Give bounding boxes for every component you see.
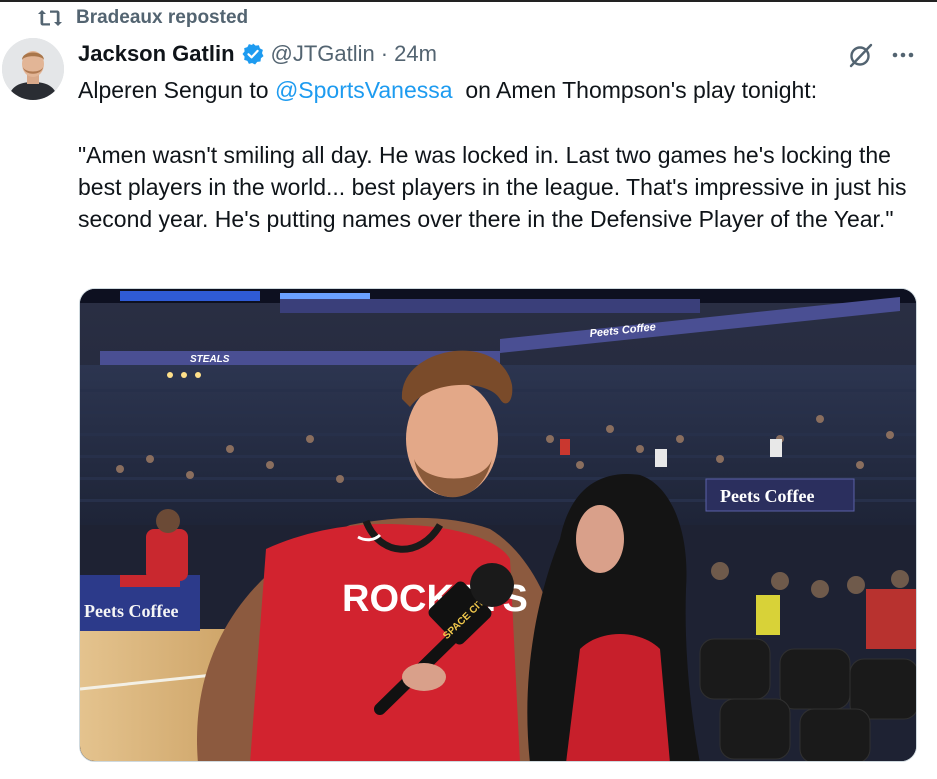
tweet-timestamp[interactable]: 24m — [394, 41, 437, 67]
tweet-body: Alperen Sengun to @SportsVanessa on Amen… — [78, 74, 928, 235]
arena-sign-text: Peets Coffee — [720, 486, 814, 506]
courtside-sign-text: Peets Coffee — [84, 601, 178, 621]
header-separator: · — [380, 41, 389, 66]
grok-button[interactable] — [846, 40, 876, 70]
more-options-button[interactable] — [888, 40, 918, 70]
ribbon-text: STEALS — [190, 354, 230, 365]
tweet-media-photo[interactable]: STEALS Peets Coffee Peets Coffee Peets C… — [79, 288, 917, 762]
repost-icon — [38, 10, 62, 26]
tweet-header: Jackson Gatlin @JTGatlin · 24m — [78, 38, 437, 70]
tweet-quote: "Amen wasn't smiling all day. He was loc… — [78, 142, 907, 232]
mention-link[interactable]: @SportsVanessa — [275, 77, 453, 103]
repost-indicator[interactable]: Bradeaux reposted — [36, 7, 248, 29]
repost-label: Bradeaux reposted — [76, 7, 249, 28]
author-avatar[interactable] — [2, 38, 64, 100]
more-icon — [892, 52, 914, 58]
avatar-image — [2, 38, 64, 100]
author-handle[interactable]: @JTGatlin — [271, 41, 375, 67]
author-display-name[interactable]: Jackson Gatlin — [78, 41, 235, 67]
tweet-intro: Alperen Sengun to — [78, 77, 275, 103]
interview-photo: STEALS Peets Coffee Peets Coffee Peets C… — [80, 289, 916, 761]
tweet-first-line: Alperen Sengun to @SportsVanessa on Amen… — [78, 74, 928, 106]
top-divider — [0, 0, 937, 2]
tweet-intro-suffix: on Amen Thompson's play tonight: — [452, 77, 818, 103]
grok-icon — [849, 43, 873, 68]
verified-badge-icon[interactable] — [241, 42, 265, 66]
